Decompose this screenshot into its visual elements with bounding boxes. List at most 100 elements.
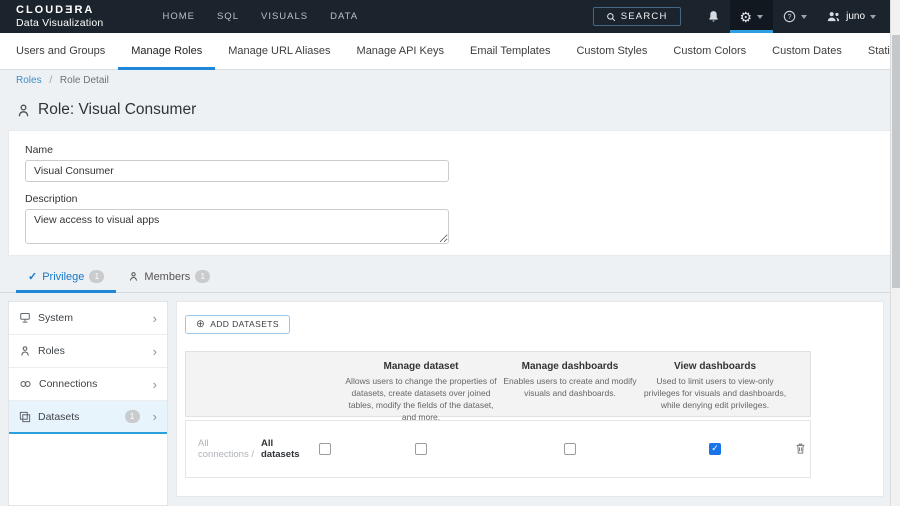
caret-down-icon: [757, 14, 764, 19]
admin-tabs-bar: Users and Groups Manage Roles Manage URL A…: [0, 33, 900, 70]
notifications-bell-icon[interactable]: [697, 0, 730, 33]
sidebar-item-system[interactable]: System ›: [9, 302, 167, 335]
user-name: juno: [846, 11, 865, 22]
datasets-icon: [19, 411, 31, 423]
add-circle-plus-icon: ⊕: [196, 318, 206, 330]
privilege-row: All connections / All datasets ✓: [185, 419, 811, 478]
tab-email-templates[interactable]: Email Templates: [457, 33, 564, 69]
name-field[interactable]: [25, 160, 449, 182]
add-datasets-label: ADD DATASETS: [210, 319, 279, 330]
dataset-label: All datasets: [260, 437, 300, 460]
navbar-right: SEARCH ⚙ ? juno: [592, 0, 886, 33]
description-field[interactable]: View access to visual apps: [25, 209, 449, 244]
users-icon: [827, 11, 841, 22]
help-icon: ?: [783, 10, 796, 23]
header-spacer: [186, 352, 342, 416]
privileges-table-body: All connections / All datasets ✓: [185, 419, 811, 478]
svg-text:?: ?: [788, 14, 792, 21]
nav-link-visuals[interactable]: VISUALS: [250, 0, 319, 33]
description-label: Description: [25, 193, 78, 205]
tab-custom-dates[interactable]: Custom Dates: [759, 33, 855, 69]
system-icon: [19, 312, 31, 324]
connections-icon: [19, 379, 32, 389]
privilege-checkbox-view-dashboards[interactable]: ✓: [709, 442, 721, 455]
detail-tabs: ✓ Privilege 1 Members 1: [0, 261, 890, 293]
nav-link-sql[interactable]: SQL: [206, 0, 250, 33]
chevron-right-icon: ›: [152, 409, 157, 424]
members-person-icon: [128, 271, 139, 282]
app-screen: CLOUDƎRA Data Visualization HOME SQL VISUA…: [0, 0, 900, 506]
tab-manage-roles[interactable]: Manage Roles: [118, 33, 216, 70]
gear-icon: ⚙: [739, 8, 753, 25]
sidebar-item-label: Connections: [39, 378, 98, 390]
members-tab-label: Members: [144, 270, 191, 283]
check-icon: ✓: [28, 271, 38, 283]
column-title: Manage dataset: [383, 360, 459, 372]
column-header-view-dashboards: View dashboards Used to limit users to v…: [640, 352, 790, 416]
search-button[interactable]: SEARCH: [592, 7, 681, 26]
sidebar-item-roles[interactable]: Roles ›: [9, 335, 167, 368]
members-count-badge: 1: [195, 270, 211, 283]
count-badge: 1: [124, 410, 140, 423]
sidebar-item-datasets[interactable]: Datasets 1 ›: [9, 401, 167, 434]
privilege-cell: ✓: [640, 421, 790, 477]
search-label: SEARCH: [620, 11, 668, 22]
sidebar-item-label: Roles: [38, 345, 65, 357]
privilege-cell: [342, 421, 500, 477]
roles-icon: [19, 345, 31, 357]
cloudera-logo[interactable]: CLOUDƎRA Data Visualization: [16, 4, 104, 29]
privilege-count-badge: 1: [89, 270, 105, 283]
vertical-scrollbar[interactable]: [890, 0, 900, 506]
settings-gear-menu[interactable]: ⚙: [729, 0, 774, 33]
nav-link-data[interactable]: DATA: [319, 0, 369, 33]
caret-down-icon: [870, 14, 876, 19]
privilege-checkbox-manage-dashboards[interactable]: [564, 442, 576, 455]
add-datasets-button[interactable]: ⊕ ADD DATASETS: [185, 315, 290, 334]
tab-users-and-groups[interactable]: Users and Groups: [3, 33, 118, 69]
tab-privilege[interactable]: ✓ Privilege 1: [16, 261, 117, 293]
help-menu[interactable]: ?: [773, 0, 817, 33]
breadcrumb-separator: /: [49, 75, 53, 86]
column-title: View dashboards: [673, 360, 757, 372]
column-header-manage-dashboards: Manage dashboards Enables users to creat…: [500, 352, 640, 416]
nav-link-home[interactable]: HOME: [151, 0, 206, 33]
page-title-text: Role: Visual Consumer: [38, 101, 197, 118]
column-title: Manage dashboards: [521, 360, 619, 372]
sidebar-item-label: System: [38, 312, 74, 324]
column-header-manage-dataset: Manage dataset Allows users to change th…: [342, 352, 500, 423]
chevron-right-icon: ›: [152, 310, 157, 326]
privileges-table-header: Manage dataset Allows users to change th…: [185, 350, 811, 423]
role-form-card: Name Description View access to visual a…: [8, 130, 892, 256]
privilege-checkbox-manage-dataset[interactable]: [415, 442, 427, 455]
privileges-table: Manage dataset Allows users to change th…: [185, 350, 811, 478]
tab-custom-styles[interactable]: Custom Styles: [563, 33, 660, 69]
row-select-cell: [308, 421, 342, 477]
tab-manage-api-keys[interactable]: Manage API Keys: [344, 33, 457, 69]
tab-manage-url-aliases[interactable]: Manage URL Aliases: [215, 33, 343, 69]
column-description: Allows users to change the properties of…: [345, 375, 497, 423]
brand-product: Data Visualization: [16, 16, 104, 29]
user-menu[interactable]: juno: [817, 0, 886, 33]
chevron-right-icon: ›: [152, 343, 157, 359]
connection-label: All connections /: [198, 437, 254, 460]
page-title: Role: Visual Consumer: [16, 101, 196, 119]
column-description: Enables users to create and modify visua…: [503, 375, 637, 398]
caret-down-icon: [801, 14, 808, 19]
delete-row-icon[interactable]: [795, 442, 806, 455]
tab-custom-colors[interactable]: Custom Colors: [660, 33, 759, 69]
name-label: Name: [25, 144, 54, 156]
privilege-cell: [500, 421, 640, 477]
privilege-tab-label: Privilege: [42, 270, 85, 283]
top-navbar: CLOUDƎRA Data Visualization HOME SQL VISUA…: [0, 0, 900, 33]
scrollbar-thumb[interactable]: [892, 35, 900, 288]
tab-members[interactable]: Members 1: [116, 261, 222, 292]
main-nav: HOME SQL VISUALS DATA: [151, 0, 369, 33]
chevron-right-icon: ›: [152, 376, 157, 392]
sidebar-item-connections[interactable]: Connections ›: [9, 368, 167, 401]
column-description: Used to limit users to view-only privile…: [643, 375, 787, 411]
sidebar-item-label: Datasets: [38, 410, 80, 423]
privilege-sidebar: System › Roles › Connections › Datasets …: [8, 301, 168, 506]
row-select-checkbox[interactable]: [319, 442, 331, 455]
breadcrumb-roles-link[interactable]: Roles: [16, 75, 42, 86]
breadcrumb-current: Role Detail: [59, 75, 109, 86]
